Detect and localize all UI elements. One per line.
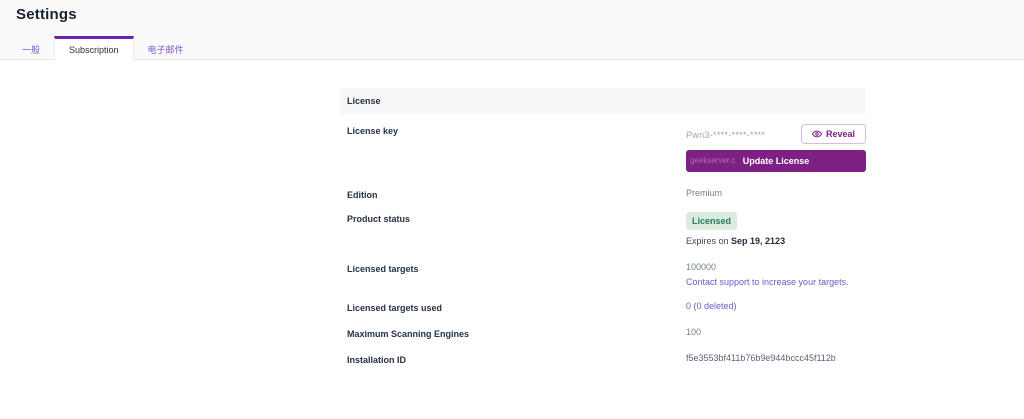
watermark-text: geekserver.c (690, 156, 735, 165)
product-status-row: Product status Licensed Expires on Sep 1… (340, 212, 866, 246)
license-key-label: License key (347, 124, 686, 136)
product-status-value-cell: Licensed Expires on Sep 19, 2123 (686, 212, 866, 246)
license-key-row: License key Pwn3-****-****-**** Reveal g… (340, 124, 866, 172)
tab-email-label: 电子邮件 (148, 43, 184, 56)
subscription-panel: License License key Pwn3-****-****-**** … (340, 88, 866, 365)
tab-subscription-label: Subscription (69, 45, 119, 55)
licensed-targets-row: Licensed targets 100000 Contact support … (340, 262, 866, 287)
license-section-header: License (340, 88, 866, 114)
licensed-targets-used-row: Licensed targets used 0 (0 deleted) (340, 301, 866, 313)
licensed-targets-used-value[interactable]: 0 (0 deleted) (686, 301, 737, 311)
tab-subscription[interactable]: Subscription (54, 36, 134, 60)
eye-icon (812, 129, 822, 139)
installation-id-row: Installation ID f5e3553bf411b76b9e944bcc… (340, 353, 866, 365)
tab-general-label: 一般 (22, 43, 40, 56)
tab-general[interactable]: 一般 (8, 36, 54, 59)
edition-value: Premium (686, 188, 866, 198)
reveal-button[interactable]: Reveal (801, 124, 866, 144)
edition-label: Edition (347, 188, 686, 200)
product-status-label: Product status (347, 212, 686, 224)
installation-id-value: f5e3553bf411b76b9e944bccc45f112b (686, 353, 866, 363)
license-section-title: License (347, 96, 381, 106)
max-scanning-engines-label: Maximum Scanning Engines (347, 327, 686, 339)
edition-row: Edition Premium (340, 188, 866, 200)
max-scanning-engines-value: 100 (686, 327, 866, 337)
page-title: Settings (16, 6, 77, 23)
max-scanning-engines-row: Maximum Scanning Engines 100 (340, 327, 866, 339)
installation-id-label: Installation ID (347, 353, 686, 365)
update-license-button[interactable]: geekserver.c Update License (686, 150, 866, 172)
reveal-button-label: Reveal (826, 129, 855, 139)
licensed-targets-used-label: Licensed targets used (347, 301, 686, 313)
expires-line: Expires on Sep 19, 2123 (686, 236, 866, 246)
contact-support-link[interactable]: Contact support to increase your targets… (686, 277, 849, 287)
expires-prefix: Expires on (686, 236, 731, 246)
license-key-masked-value: Pwn3-****-****-**** (686, 128, 765, 140)
settings-tabstrip: 一般 Subscription 电子邮件 (0, 36, 1024, 60)
license-key-value-cell: Pwn3-****-****-**** Reveal geekserver.c … (686, 124, 866, 172)
top-bar: Settings 一般 Subscription 电子邮件 (0, 0, 1024, 60)
tab-email[interactable]: 电子邮件 (134, 36, 198, 59)
licensed-targets-label: Licensed targets (347, 262, 686, 274)
update-license-label: Update License (743, 156, 810, 166)
expires-date: Sep 19, 2123 (731, 236, 785, 246)
licensed-targets-value: 100000 (686, 262, 716, 272)
status-badge: Licensed (686, 212, 737, 230)
page-header: Settings (0, 0, 1024, 36)
licensed-targets-value-cell: 100000 Contact support to increase your … (686, 262, 866, 287)
